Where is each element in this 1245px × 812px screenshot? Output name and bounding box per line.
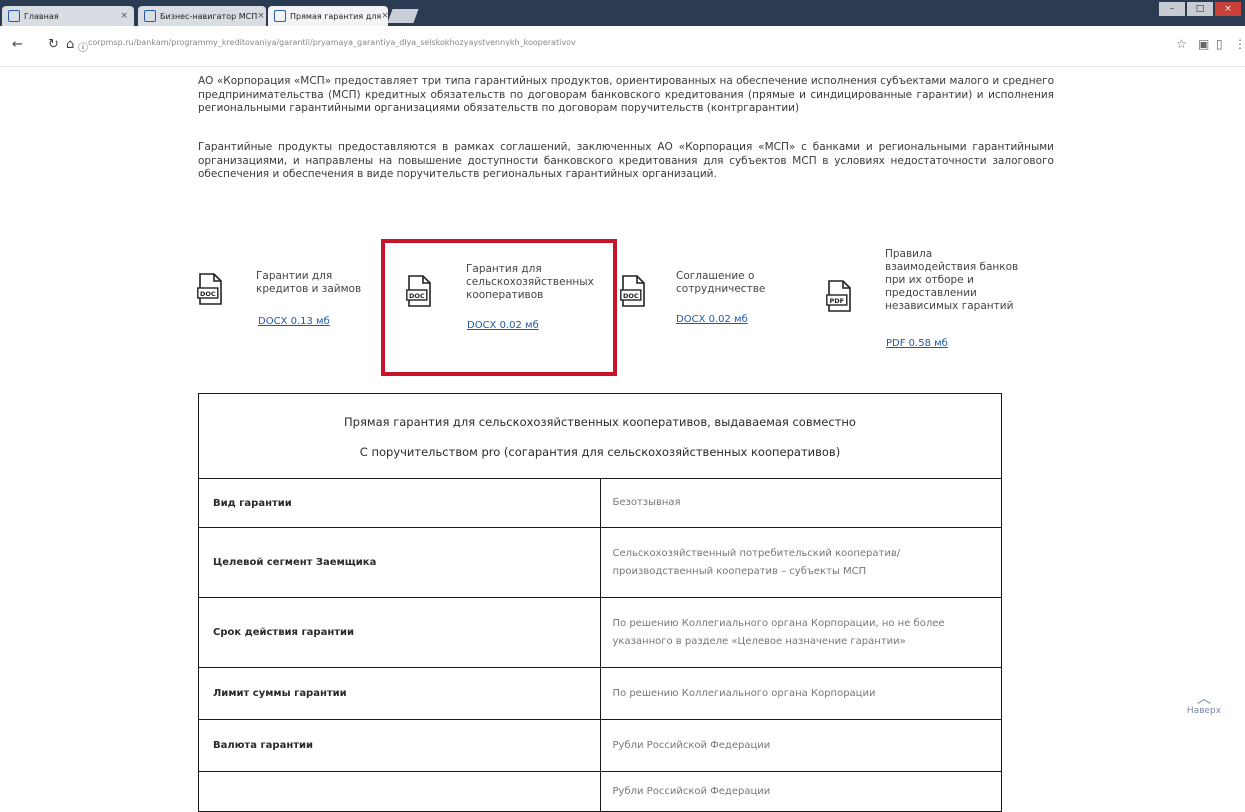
back-arrow-icon[interactable]: ← (12, 37, 23, 52)
table-row: Лимит суммы гарантии По решению Коллегиа… (198, 667, 1002, 720)
browser-tab[interactable]: Главная × (2, 6, 134, 26)
row-label: Целевой сегмент Заемщика (198, 527, 601, 598)
row-value: Безотзывная (599, 478, 1002, 528)
shield-icon[interactable]: ▯ (1216, 37, 1223, 51)
svg-text:PDF: PDF (829, 297, 844, 305)
maximize-button[interactable]: □ (1187, 2, 1213, 16)
back-to-top-button[interactable]: ︿ Наверх (1184, 692, 1224, 716)
document-download-link[interactable]: DOCX 0.02 мб (676, 314, 748, 325)
row-value: По решению Коллегиального органа Корпора… (599, 667, 1002, 720)
row-value: Сельскохозяйственный потребительский коо… (599, 527, 1002, 598)
star-icon[interactable]: ☆ (1176, 37, 1187, 51)
favicon-icon (274, 10, 286, 22)
document-title: Правила взаимодействия банков при их отб… (885, 248, 1019, 312)
minimize-button[interactable]: – (1159, 2, 1185, 16)
row-label: Лимит суммы гарантии (198, 667, 601, 720)
table-row: Срок действия гарантии По решению Коллег… (198, 597, 1002, 668)
home-icon[interactable]: ⌂ (66, 37, 74, 52)
window-close-button[interactable]: × (1215, 2, 1241, 16)
new-tab-button[interactable] (387, 9, 419, 23)
row-value: Рубли Российской Федерации (599, 719, 1002, 772)
doc-file-icon: DOC (197, 273, 222, 305)
table-header: Прямая гарантия для сельскохозяйственных… (198, 393, 1002, 479)
reload-icon[interactable]: ↻ (48, 37, 59, 52)
table-title: Прямая гарантия для сельскохозяйственных… (344, 414, 856, 429)
document-title: Соглашение о сотрудничестве (676, 270, 766, 295)
svg-text:DOC: DOC (200, 290, 216, 298)
intro-paragraph: Гарантийные продукты предоставляются в р… (198, 141, 1054, 180)
table-row: Целевой сегмент Заемщика Сельскохозяйств… (198, 527, 1002, 598)
back-to-top-label: Наверх (1186, 706, 1222, 716)
menu-icon[interactable]: ⋮ (1234, 37, 1245, 51)
document-download-link[interactable]: DOCX 0.13 мб (258, 316, 330, 327)
tab-label: Прямая гарантия для (290, 11, 382, 21)
close-icon[interactable]: × (257, 11, 265, 21)
browser-nav-bar: ← ↻ ⌂ ⓘ corpmsp.ru/bankam/programmy_kred… (0, 26, 1245, 67)
document-title: Гарантии для кредитов и займов (256, 270, 362, 295)
favicon-icon (144, 10, 156, 22)
browser-tab-bar: Главная × Бизнес-навигатор МСП × Прямая … (0, 0, 1245, 26)
chevron-up-icon: ︿ (1197, 691, 1211, 707)
row-label: Срок действия гарантии (198, 597, 601, 668)
extension-icon[interactable]: ▣ (1198, 37, 1209, 51)
row-label: Вид гарантии (198, 478, 601, 528)
document-download-link[interactable]: PDF 0.58 мб (886, 338, 948, 349)
info-icon[interactable]: ⓘ (78, 39, 88, 54)
window-controls: – □ × (1159, 2, 1241, 16)
table-subtitle: С поручительством pro (согарантия для се… (359, 444, 841, 459)
svg-text:DOC: DOC (623, 292, 639, 300)
close-icon[interactable]: × (120, 11, 128, 21)
table-row: Вид гарантии Безотзывная (198, 478, 1002, 528)
tab-label: Главная (24, 11, 59, 21)
row-label: Валюта гарантии (198, 719, 601, 772)
highlight-frame (381, 239, 617, 376)
intro-paragraph: АО «Корпорация «МСП» предоставляет три т… (198, 75, 1054, 114)
table-row: Валюта гарантии Рубли Российской Федерац… (198, 719, 1002, 772)
favicon-icon (8, 10, 20, 22)
pdf-file-icon: PDF (826, 280, 851, 312)
guarantee-table: Прямая гарантия для сельскохозяйственных… (198, 393, 1002, 812)
address-bar[interactable]: corpmsp.ru/bankam/programmy_kreditovaniy… (88, 38, 1148, 54)
tab-label: Бизнес-навигатор МСП (160, 11, 258, 21)
doc-file-icon: DOC (620, 275, 645, 307)
row-value: По решению Коллегиального органа Корпора… (599, 597, 1002, 668)
browser-tab[interactable]: Бизнес-навигатор МСП × (138, 6, 266, 26)
browser-tab-active[interactable]: Прямая гарантия для × (268, 6, 388, 26)
close-icon[interactable]: × (381, 11, 388, 21)
table-header-row: Прямая гарантия для сельскохозяйственных… (198, 393, 1002, 479)
